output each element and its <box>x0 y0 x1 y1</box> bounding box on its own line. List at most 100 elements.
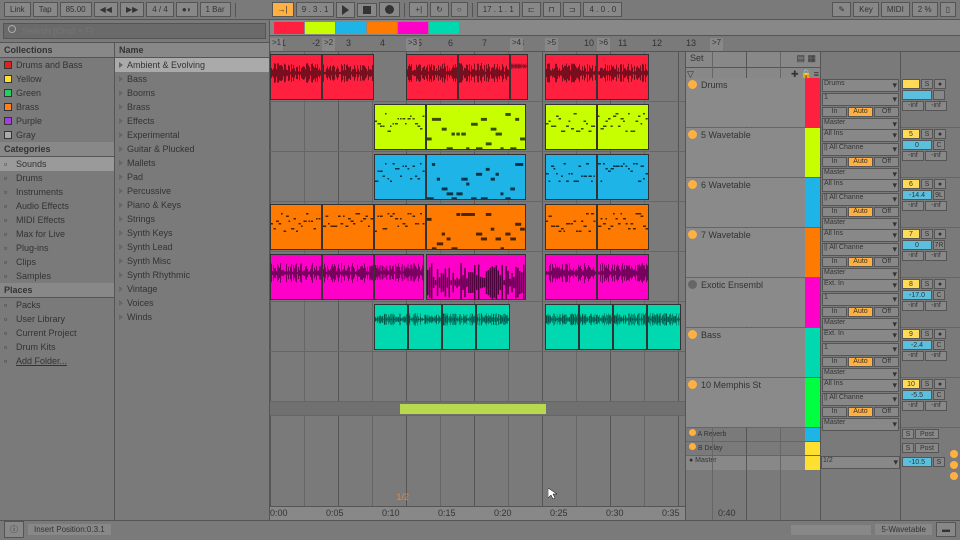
track-header[interactable]: Bass <box>686 328 820 378</box>
clip[interactable] <box>476 304 510 350</box>
collection-item[interactable]: Brass <box>0 100 114 114</box>
sound-folder[interactable]: Ambient & Evolving <box>115 58 269 72</box>
track-row[interactable] <box>270 202 685 252</box>
punch-out[interactable]: ⊐ <box>563 2 582 17</box>
return-track[interactable]: A Reverb <box>686 428 820 442</box>
track-row[interactable] <box>270 152 685 202</box>
collection-item[interactable]: Yellow <box>0 72 114 86</box>
clip[interactable] <box>270 54 322 100</box>
sound-folder[interactable]: Guitar & Plucked <box>115 142 269 156</box>
link-button[interactable]: Link <box>4 2 31 17</box>
category-item[interactable]: ▫Plug-ins <box>0 241 114 255</box>
collection-item[interactable]: Green <box>0 86 114 100</box>
sound-folder[interactable]: Voices <box>115 296 269 310</box>
clip[interactable] <box>579 304 613 350</box>
category-item[interactable]: ▫MIDI Effects <box>0 213 114 227</box>
return-track[interactable]: B Delay <box>686 442 820 456</box>
track-row[interactable] <box>270 52 685 102</box>
category-item[interactable]: ▫Instruments <box>0 185 114 199</box>
track-row[interactable] <box>270 352 685 402</box>
clip[interactable] <box>322 54 374 100</box>
clip[interactable] <box>545 304 579 350</box>
clip[interactable] <box>426 104 526 150</box>
track-row[interactable] <box>270 302 685 352</box>
clip[interactable] <box>545 204 597 250</box>
category-item[interactable]: ▫Samples <box>0 269 114 283</box>
overview-bar[interactable] <box>270 20 960 36</box>
clip[interactable] <box>597 154 649 200</box>
loop-button[interactable]: ⊓ <box>543 2 561 17</box>
overdub-button[interactable]: +| <box>409 2 428 17</box>
sound-folder[interactable]: Synth Misc <box>115 254 269 268</box>
clip[interactable] <box>426 154 526 200</box>
collection-item[interactable]: Gray <box>0 128 114 142</box>
clip[interactable] <box>426 254 526 300</box>
clip[interactable] <box>545 154 597 200</box>
sound-folder[interactable]: Piano & Keys <box>115 198 269 212</box>
loop-length[interactable]: 4 . 0 . 0 <box>583 2 622 17</box>
cpu-meter[interactable]: 2 % <box>912 2 938 17</box>
clip[interactable] <box>597 254 649 300</box>
search-input[interactable] <box>3 23 266 39</box>
sound-folder[interactable]: Percussive <box>115 184 269 198</box>
category-item[interactable]: ▫Audio Effects <box>0 199 114 213</box>
clip[interactable] <box>613 304 647 350</box>
side-selectors[interactable] <box>950 450 958 480</box>
clip[interactable] <box>510 54 528 100</box>
clip[interactable] <box>270 204 322 250</box>
sound-folder[interactable]: Synth Lead <box>115 240 269 254</box>
overload-indicator[interactable]: ▯ <box>940 2 956 17</box>
clip[interactable] <box>406 54 458 100</box>
sound-folder[interactable]: Vintage <box>115 282 269 296</box>
track-row[interactable] <box>270 252 685 302</box>
sound-folder[interactable]: Bass <box>115 72 269 86</box>
sound-folder[interactable]: Booms <box>115 86 269 100</box>
session-rec[interactable]: ○ <box>451 2 468 17</box>
track-header[interactable]: 6 Wavetable <box>686 178 820 228</box>
time-ruler[interactable]: 0:000:050:100:150:200:250:300:350:40 <box>270 506 685 520</box>
place-item[interactable]: ▫Current Project <box>0 326 114 340</box>
clip[interactable] <box>270 254 322 300</box>
clip[interactable] <box>597 54 649 100</box>
collection-item[interactable]: Purple <box>0 114 114 128</box>
clip[interactable] <box>374 104 426 150</box>
track-header[interactable]: 5 Wavetable <box>686 128 820 178</box>
automation-clip[interactable] <box>400 404 546 414</box>
punch-in[interactable]: ⊏ <box>522 2 541 17</box>
key-button[interactable]: Key <box>853 2 879 17</box>
master-track[interactable]: ● Master <box>686 456 820 470</box>
clip[interactable] <box>545 254 597 300</box>
nudge-down[interactable]: ◀◀ <box>94 2 118 17</box>
metronome-button[interactable]: ●◗ <box>176 2 198 17</box>
sound-folder[interactable]: Mallets <box>115 156 269 170</box>
category-item[interactable]: ▫Sounds <box>0 157 114 171</box>
sound-folder[interactable]: Synth Rhythmic <box>115 268 269 282</box>
sound-folder[interactable]: Pad <box>115 170 269 184</box>
time-sig[interactable]: 4 / 4 <box>146 2 174 17</box>
clip[interactable] <box>374 154 426 200</box>
clip[interactable] <box>442 304 476 350</box>
clip[interactable] <box>408 304 442 350</box>
device-toggle[interactable]: ▬ <box>936 522 956 537</box>
track-header[interactable]: 7 Wavetable <box>686 228 820 278</box>
bpm-field[interactable]: 85.00 <box>60 2 92 17</box>
clip[interactable] <box>322 254 374 300</box>
category-item[interactable]: ▫Drums <box>0 171 114 185</box>
place-item[interactable]: ▫Drum Kits <box>0 340 114 354</box>
tap-button[interactable]: Tap <box>33 2 58 17</box>
loop-start[interactable]: 17 . 1 . 1 <box>477 2 520 17</box>
sound-folder[interactable]: Brass <box>115 100 269 114</box>
clip[interactable] <box>545 104 597 150</box>
position-field[interactable]: 9 . 3 . 1 <box>296 2 335 17</box>
track-header[interactable]: Exotic Ensembl <box>686 278 820 328</box>
automation-arm[interactable]: ↻ <box>430 2 449 17</box>
clip[interactable] <box>426 204 526 250</box>
track-row[interactable] <box>270 102 685 152</box>
quantize-menu[interactable]: 1 Bar <box>200 2 231 17</box>
sound-folder[interactable]: Effects <box>115 114 269 128</box>
clip[interactable] <box>597 104 649 150</box>
track-header[interactable]: 10 Memphis St <box>686 378 820 428</box>
midi-button[interactable]: MIDI <box>881 2 910 17</box>
bar-ruler[interactable]: -1-234-567-8910111213 >1>2>3>4>5>6>7 <box>270 36 960 52</box>
clip[interactable] <box>322 204 374 250</box>
